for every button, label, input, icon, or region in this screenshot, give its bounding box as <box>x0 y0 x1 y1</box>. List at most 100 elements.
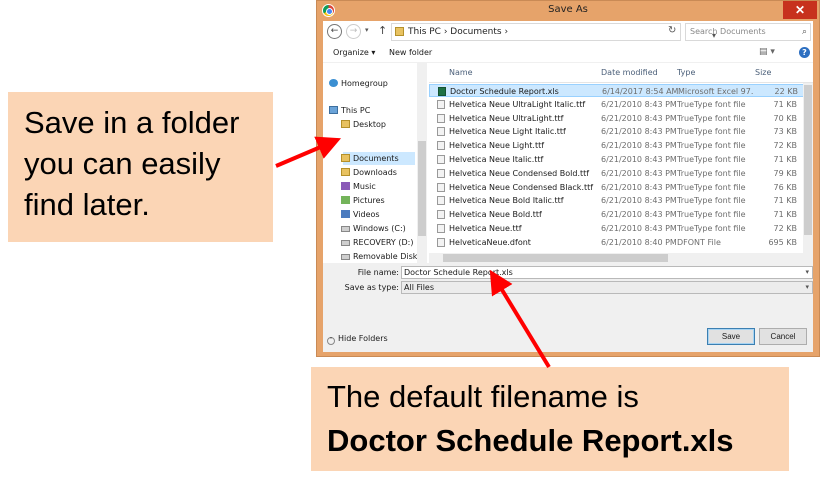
back-arrow-icon[interactable]: ← <box>327 24 342 39</box>
file-name-label: File name: <box>357 268 399 277</box>
nav-item-downloads[interactable]: Downloads <box>341 167 397 179</box>
chevron-down-icon[interactable]: ▾ <box>805 267 809 278</box>
chevron-down-icon[interactable]: ▾ <box>805 282 809 293</box>
nav-item-this-pc[interactable]: This PC <box>329 105 370 117</box>
nav-item-label: RECOVERY (D:) <box>353 238 414 247</box>
callout-line: find later. <box>24 187 150 222</box>
file-row[interactable]: Helvetica Neue Italic.ttf 6/21/2010 8:43 … <box>429 153 805 166</box>
search-icon[interactable]: ⌕ <box>802 24 807 40</box>
nav-scrollbar[interactable] <box>417 63 427 263</box>
hide-folders-toggle[interactable]: ˄ Hide Folders <box>327 334 388 345</box>
dialog-title: Save As <box>548 4 588 15</box>
file-date-cell: 6/21/2010 8:43 PM <box>601 141 677 151</box>
font-file-icon <box>437 237 445 247</box>
callout-line: you can easily <box>24 146 221 181</box>
file-row[interactable]: Helvetica Neue Condensed Bold.ttf 6/21/20… <box>429 167 805 180</box>
file-date-cell: 6/21/2010 8:43 PM <box>601 168 677 178</box>
up-arrow-icon[interactable]: ↑ <box>378 24 387 37</box>
file-date-cell: 6/21/2010 8:43 PM <box>601 99 677 109</box>
nav-item-removable-disk[interactable]: Removable Disk ( <box>341 251 417 263</box>
file-date-cell: 6/21/2010 8:43 PM <box>601 210 677 220</box>
screenshot-stage: Save in a folder you can easily find lat… <box>0 0 822 486</box>
search-input[interactable]: Search Documents ⌕ <box>685 23 811 41</box>
organize-button[interactable]: Organize ▾ <box>333 48 375 57</box>
title-bar[interactable]: Save As ✕ <box>317 1 819 21</box>
file-type-cell: TrueType font file <box>677 182 746 192</box>
forward-arrow-icon[interactable]: → <box>346 24 361 39</box>
help-icon[interactable]: ? <box>799 47 810 58</box>
nav-item-recovery-d[interactable]: RECOVERY (D:) <box>341 237 413 249</box>
save-button[interactable]: Save <box>707 328 755 345</box>
nav-scrollbar-thumb[interactable] <box>418 141 426 236</box>
file-list-horizontal-scrollbar[interactable] <box>429 253 803 263</box>
file-name-value[interactable]: Doctor Schedule Report.xls <box>404 268 513 277</box>
file-size-cell: 22 KB <box>774 87 798 96</box>
file-name-cell: Helvetica Neue UltraLight Italic.ttf <box>449 99 586 109</box>
file-size-cell: 695 KB <box>768 237 797 247</box>
column-header-name[interactable]: Name <box>449 68 473 77</box>
file-row[interactable]: Helvetica Neue UltraLight.ttf 6/21/2010 8… <box>429 112 805 125</box>
videos-icon <box>341 210 350 218</box>
file-size-cell: 71 KB <box>773 99 797 109</box>
folder-icon <box>395 27 404 36</box>
column-header-size[interactable]: Size <box>755 68 771 77</box>
nav-item-label: Videos <box>353 210 380 219</box>
nav-item-documents[interactable]: Documents <box>341 153 399 165</box>
view-options-icon[interactable]: ▤ ▾ <box>759 47 775 57</box>
file-row[interactable]: Helvetica Neue.ttf 6/21/2010 8:43 PM TrueT… <box>429 222 805 235</box>
file-row[interactable]: Helvetica Neue Bold Italic.ttf 6/21/2010 … <box>429 194 805 207</box>
save-as-dialog: Save As ✕ ← → ▾ ↑ This PC › Documents › … <box>316 0 820 357</box>
file-name-cell: Helvetica Neue Light.ttf <box>449 141 545 151</box>
font-file-icon <box>437 224 445 233</box>
file-row[interactable]: HelveticaNeue.dfont 6/21/2010 8:40 PM DFON… <box>429 236 805 249</box>
column-header-type[interactable]: Type <box>677 68 695 77</box>
file-row[interactable]: Doctor Schedule Report.xls 6/14/2017 8:54… <box>429 84 805 97</box>
file-list-vertical-scrollbar[interactable] <box>803 83 813 263</box>
font-file-icon <box>437 168 445 178</box>
column-header-date[interactable]: Date modified <box>601 68 658 77</box>
file-name-field[interactable]: Doctor Schedule Report.xls ▾ <box>401 266 813 279</box>
file-row[interactable]: Helvetica Neue Light Italic.ttf 6/21/2010… <box>429 125 805 138</box>
breadcrumb[interactable]: This PC › Documents › <box>408 24 508 40</box>
file-size-cell: 71 KB <box>773 196 797 206</box>
nav-item-music[interactable]: Music <box>341 181 376 193</box>
file-type-cell: TrueType font file <box>677 210 746 220</box>
file-date-cell: 6/21/2010 8:43 PM <box>601 127 677 137</box>
file-row[interactable]: Helvetica Neue Condensed Black.ttf 6/21/2… <box>429 181 805 194</box>
file-size-cell: 72 KB <box>773 224 797 233</box>
address-bar[interactable]: This PC › Documents › ▾ <box>391 23 716 41</box>
file-type-cell: TrueType font file <box>677 155 746 164</box>
vertical-scrollbar-thumb[interactable] <box>804 85 812 235</box>
save-form: File name: Doctor Schedule Report.xls ▾ … <box>323 263 813 352</box>
file-type-cell: TrueType font file <box>677 113 746 123</box>
nav-item-videos[interactable]: Videos <box>341 209 380 221</box>
cancel-button[interactable]: Cancel <box>759 328 807 345</box>
file-row[interactable]: Helvetica Neue Light.ttf 6/21/2010 8:43 P… <box>429 139 805 152</box>
new-folder-button[interactable]: New folder <box>389 48 432 57</box>
save-as-type-value: All Files <box>404 283 435 292</box>
nav-item-desktop[interactable]: Desktop <box>341 119 386 131</box>
save-as-type-select[interactable]: All Files ▾ <box>401 281 813 294</box>
drive-icon <box>341 254 350 260</box>
font-file-icon <box>437 155 445 164</box>
close-button[interactable]: ✕ <box>783 1 817 19</box>
file-size-cell: 71 KB <box>773 210 797 220</box>
file-row[interactable]: Helvetica Neue Bold.ttf 6/21/2010 8:43 PM… <box>429 208 805 221</box>
horizontal-scrollbar-thumb[interactable] <box>443 254 668 262</box>
callout-default-filename: The default filename is Doctor Schedule … <box>311 367 789 471</box>
file-name-cell: Helvetica Neue Condensed Bold.ttf <box>449 168 590 178</box>
file-row[interactable]: Helvetica Neue UltraLight Italic.ttf 6/21… <box>429 98 805 111</box>
drive-icon <box>341 226 350 232</box>
music-icon <box>341 182 350 190</box>
file-date-cell: 6/21/2010 8:43 PM <box>601 113 677 123</box>
nav-item-label: Homegroup <box>341 79 388 88</box>
nav-item-pictures[interactable]: Pictures <box>341 195 385 207</box>
nav-item-windows-c[interactable]: Windows (C:) <box>341 223 406 235</box>
recent-locations-chevron-icon[interactable]: ▾ <box>365 26 369 34</box>
refresh-icon[interactable]: ↻ <box>668 25 676 36</box>
font-file-icon <box>437 210 445 220</box>
file-name-cell: Doctor Schedule Report.xls <box>450 87 559 96</box>
nav-item-homegroup[interactable]: Homegroup <box>329 78 388 90</box>
font-file-icon <box>437 141 445 151</box>
callout-line: The default filename is <box>327 379 639 414</box>
